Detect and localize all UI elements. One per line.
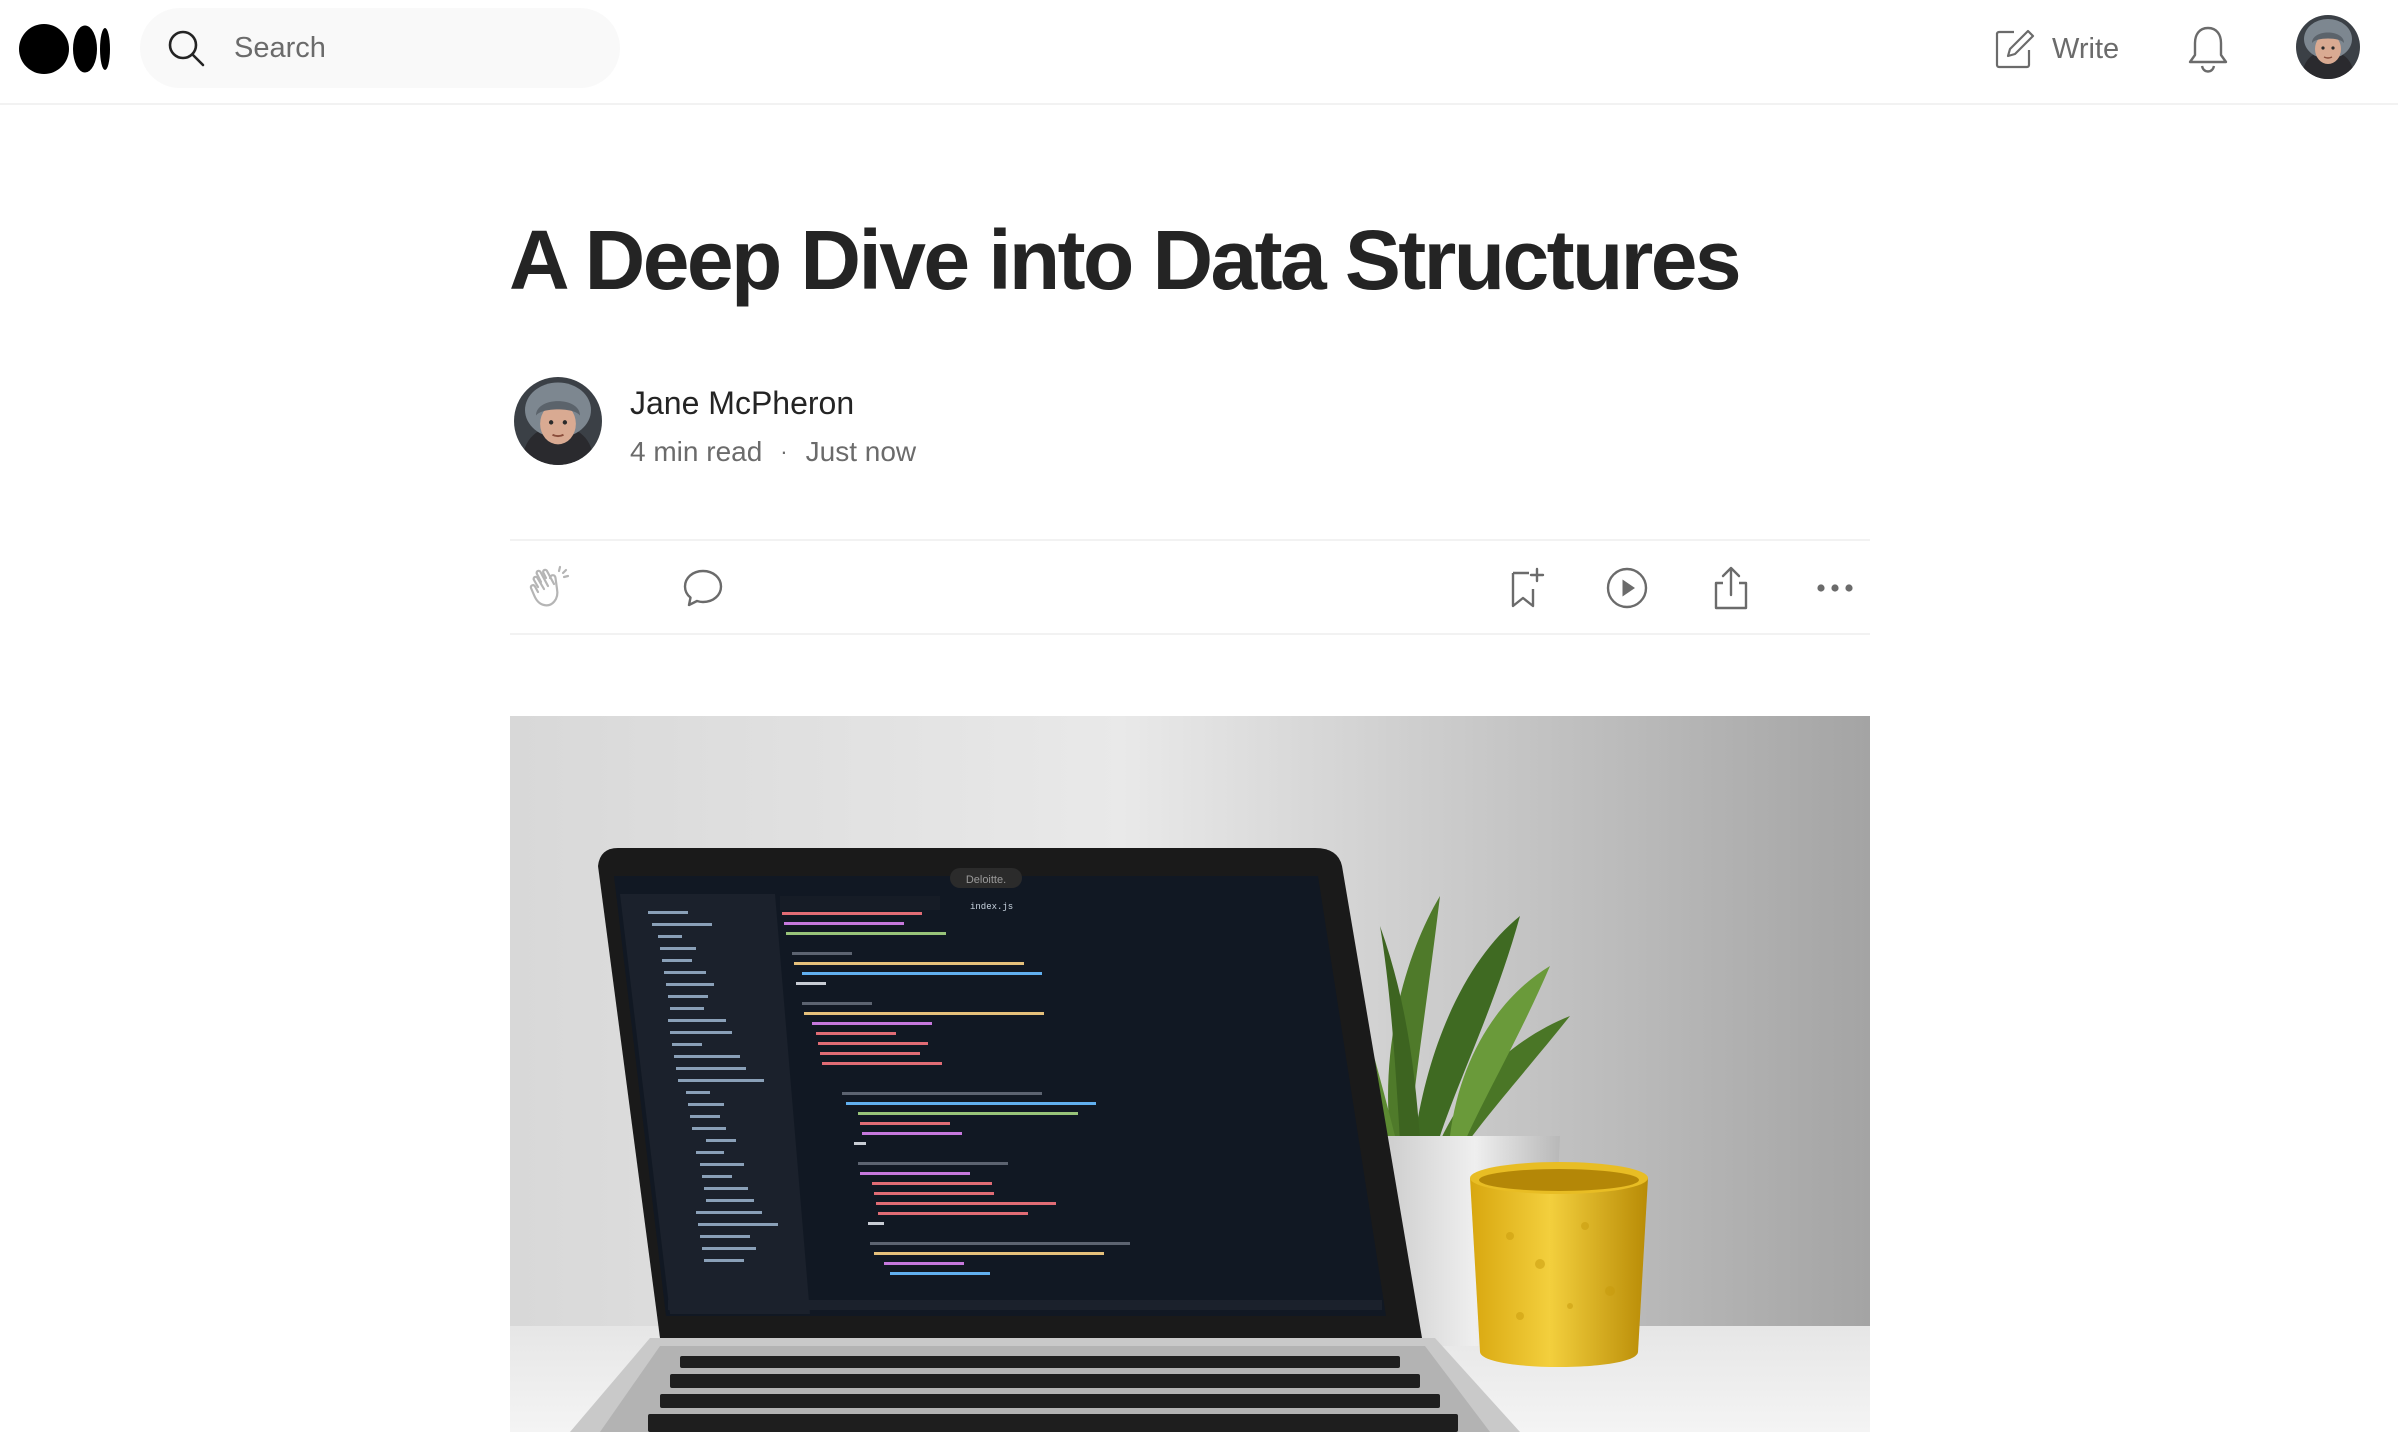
bell-icon[interactable] bbox=[2186, 24, 2230, 74]
clap-icon[interactable] bbox=[528, 565, 572, 611]
user-avatar[interactable] bbox=[2296, 15, 2360, 79]
more-icon[interactable] bbox=[1812, 565, 1858, 611]
editor-tab: index.js bbox=[970, 902, 1013, 912]
read-time: 4 min read bbox=[630, 436, 763, 467]
top-navigation-bar: Write bbox=[0, 0, 2398, 105]
bookmark-add-icon[interactable] bbox=[1504, 565, 1550, 611]
article-action-bar bbox=[510, 539, 1870, 635]
play-icon[interactable] bbox=[1604, 565, 1650, 611]
author-name[interactable]: Jane McPheron bbox=[630, 383, 854, 423]
write-button[interactable]: Write bbox=[1994, 22, 2119, 76]
meta-separator: · bbox=[780, 439, 788, 464]
article-title: A Deep Dive into Data Structures bbox=[509, 213, 1742, 307]
laptop-with-code-photo: Deloitte. index.js bbox=[510, 716, 1870, 1432]
share-icon[interactable] bbox=[1708, 565, 1754, 611]
author-avatar[interactable] bbox=[514, 377, 602, 465]
laptop-sticker: Deloitte. bbox=[966, 874, 1006, 886]
comment-icon[interactable] bbox=[680, 565, 726, 611]
article-hero-image: Deloitte. index.js bbox=[510, 716, 1870, 1432]
published-time: Just now bbox=[805, 436, 917, 467]
medium-logo-icon[interactable] bbox=[19, 22, 111, 76]
write-icon bbox=[1995, 29, 2035, 69]
search-bar[interactable] bbox=[140, 8, 620, 88]
article-meta: 4 min read · Just now bbox=[630, 432, 916, 472]
write-label: Write bbox=[2052, 32, 2120, 65]
yellow-cup bbox=[1470, 1162, 1648, 1367]
search-icon bbox=[168, 30, 205, 67]
search-input[interactable] bbox=[234, 8, 604, 88]
